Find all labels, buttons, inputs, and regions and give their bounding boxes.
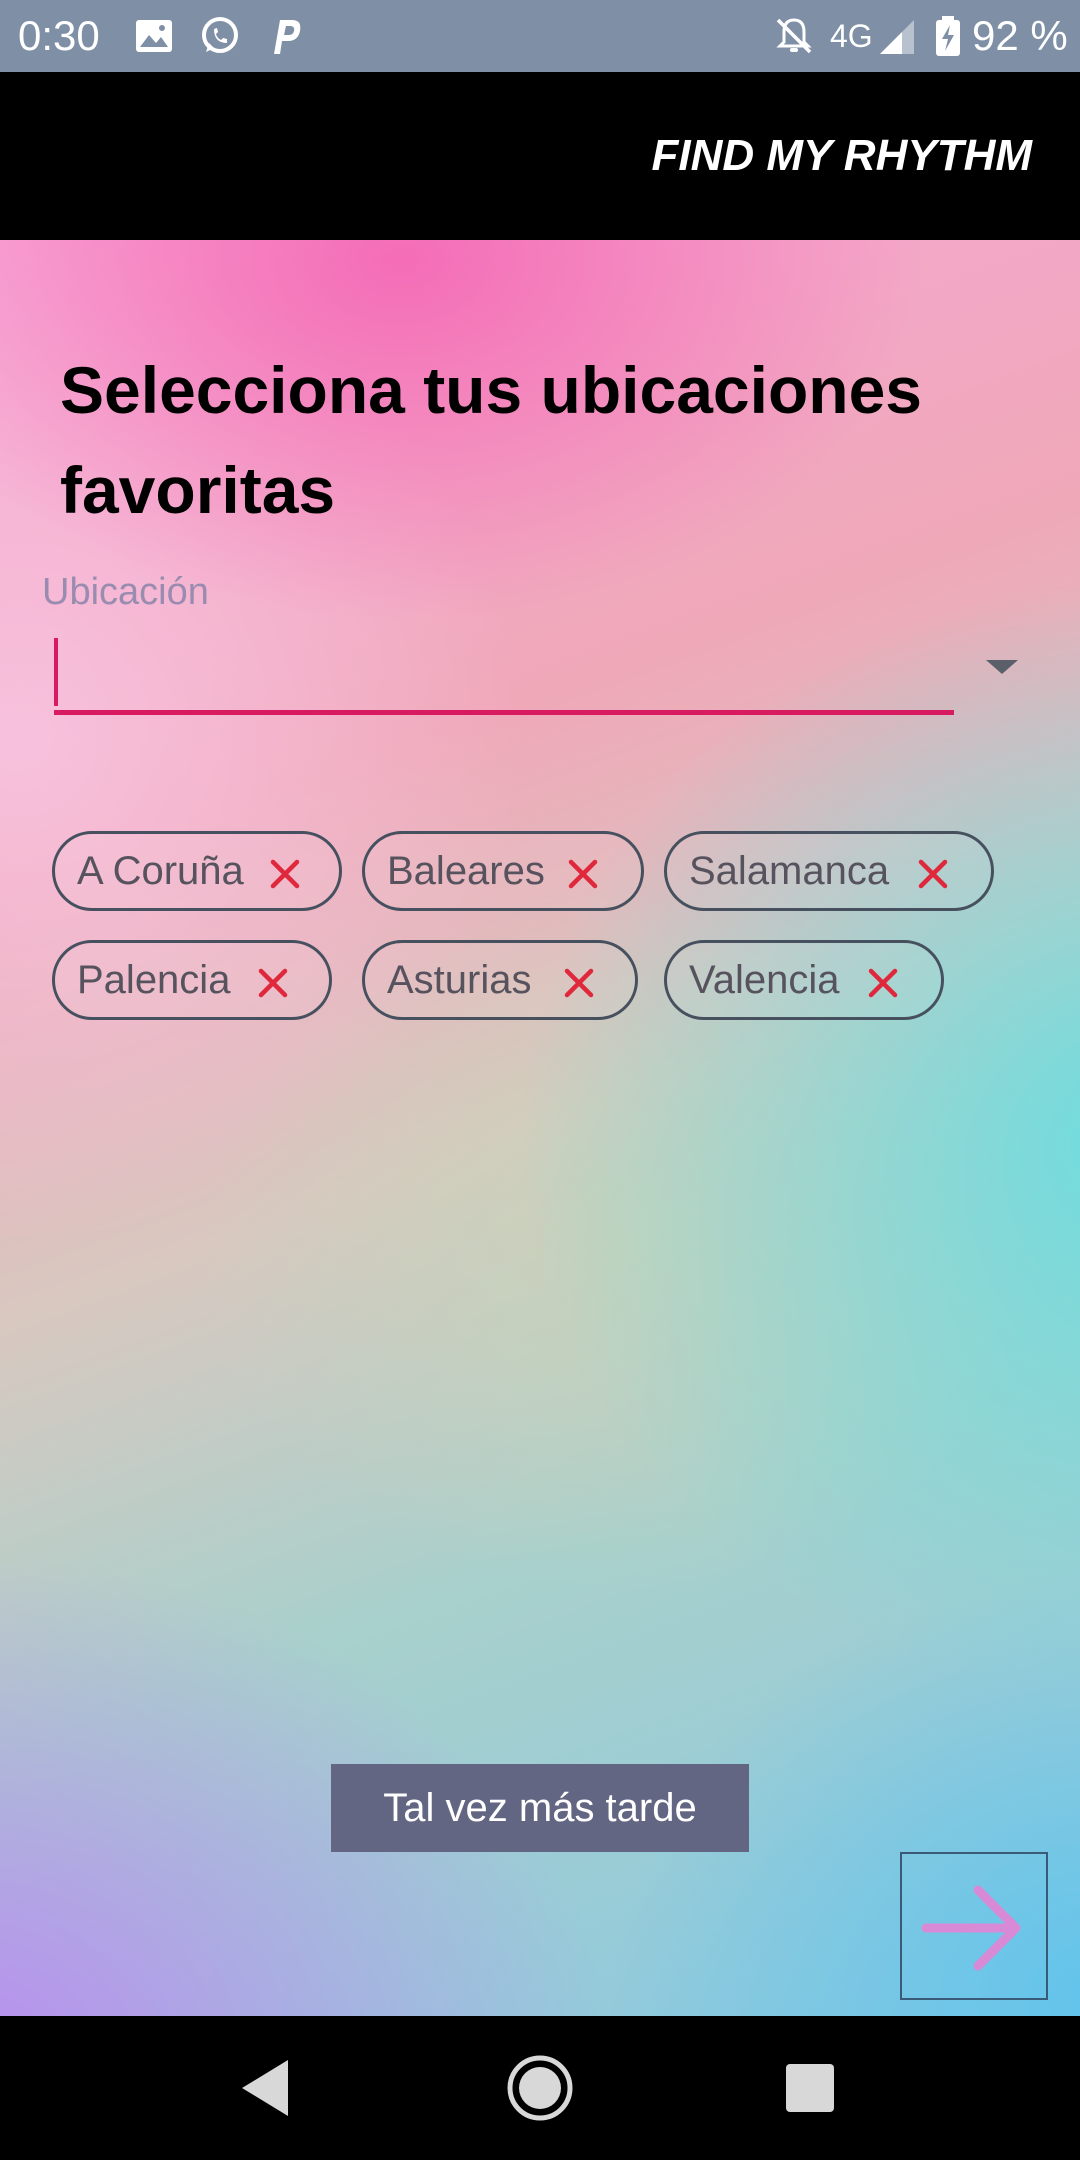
chip-baleares: Baleares bbox=[362, 831, 644, 911]
chip-label: Salamanca bbox=[689, 849, 890, 893]
location-field-label: Ubicación bbox=[42, 571, 209, 613]
image-icon bbox=[132, 14, 176, 58]
chip-label: Palencia bbox=[77, 958, 231, 1002]
close-icon[interactable] bbox=[561, 965, 597, 1001]
status-bar: 0:30 4G 92 % bbox=[0, 0, 1080, 72]
page-title: Selecciona tus ubicaciones favoritas bbox=[60, 353, 922, 527]
chip-label: A Coruña bbox=[77, 849, 244, 893]
battery-charging-icon bbox=[926, 14, 970, 58]
next-button[interactable] bbox=[900, 1852, 1048, 2000]
navigation-bar bbox=[0, 2016, 1080, 2160]
network-type: 4G bbox=[830, 18, 873, 54]
app-bar: FIND MY RHYTHM bbox=[0, 72, 1080, 240]
app-title: FIND MY RHYTHM bbox=[651, 131, 1032, 180]
close-icon[interactable] bbox=[865, 965, 901, 1001]
chip-label: Valencia bbox=[689, 958, 840, 1002]
battery-level: 92 % bbox=[972, 12, 1068, 59]
back-icon[interactable] bbox=[230, 2052, 302, 2124]
close-icon[interactable] bbox=[267, 856, 303, 892]
chip-valencia: Valencia bbox=[664, 940, 944, 1020]
screen: 0:30 4G 92 % FIND MY RHYTHM Selecciona t… bbox=[0, 0, 1080, 2160]
status-time: 0:30 bbox=[18, 12, 100, 59]
chip-label: Asturias bbox=[387, 958, 532, 1002]
close-icon[interactable] bbox=[915, 856, 951, 892]
notifications-off-icon bbox=[772, 14, 816, 58]
recents-icon[interactable] bbox=[774, 2052, 846, 2124]
chevron-down-icon[interactable] bbox=[968, 642, 1036, 692]
maybe-later-button[interactable]: Tal vez más tarde bbox=[331, 1764, 749, 1852]
chip-label: Baleares bbox=[387, 849, 545, 893]
location-input[interactable] bbox=[54, 630, 954, 715]
parking-icon bbox=[264, 14, 308, 58]
signal-icon bbox=[876, 14, 920, 58]
close-icon[interactable] bbox=[565, 856, 601, 892]
arrow-right-icon bbox=[921, 1885, 1021, 1971]
chip-a-coruna: A Coruña bbox=[52, 831, 342, 911]
close-icon[interactable] bbox=[255, 965, 291, 1001]
text-cursor bbox=[54, 638, 58, 706]
content-area: Selecciona tus ubicaciones favoritas Ubi… bbox=[0, 240, 1080, 2016]
home-icon[interactable] bbox=[504, 2052, 576, 2124]
whatsapp-icon bbox=[198, 14, 242, 58]
chip-salamanca: Salamanca bbox=[664, 831, 994, 911]
chip-palencia: Palencia bbox=[52, 940, 332, 1020]
chip-asturias: Asturias bbox=[362, 940, 638, 1020]
